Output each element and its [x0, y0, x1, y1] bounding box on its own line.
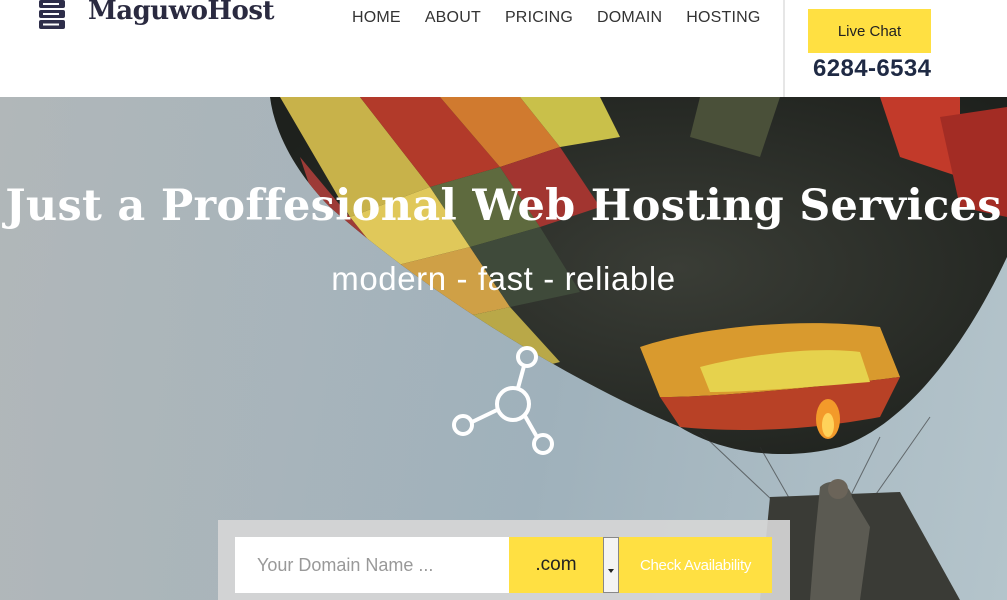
header-divider [783, 0, 785, 97]
domain-name-input[interactable] [235, 537, 509, 593]
nav-about[interactable]: ABOUT [425, 9, 481, 27]
hero-subtitle: modern - fast - reliable [331, 260, 676, 297]
nav-domain[interactable]: DOMAIN [597, 9, 662, 27]
tld-select[interactable]: .com [509, 537, 603, 593]
support-phone: 6284-6534 [813, 55, 932, 82]
tld-dropdown-arrow[interactable] [603, 537, 619, 593]
site-header: MaguwoHost HOME ABOUT PRICING DOMAIN HOS… [0, 0, 1007, 97]
domain-search-panel: .com Check Availability [218, 520, 790, 600]
nav-hosting[interactable]: HOSTING [686, 9, 760, 27]
hero-banner: Just a Proffesional Web Hosting Services… [0, 97, 1007, 600]
nav-home[interactable]: HOME [352, 9, 401, 27]
check-availability-button[interactable]: Check Availability [619, 537, 772, 593]
hero-title: Just a Proffesional Web Hosting Services [5, 181, 1002, 231]
chevron-down-icon [608, 569, 614, 573]
live-chat-button[interactable]: Live Chat [808, 9, 931, 53]
server-icon [39, 0, 65, 29]
nav-pricing[interactable]: PRICING [505, 9, 573, 27]
brand-name: MaguwoHost [88, 0, 275, 26]
share-network-icon [452, 346, 554, 455]
main-nav: HOME ABOUT PRICING DOMAIN HOSTING [352, 9, 785, 27]
brand-logo[interactable]: MaguwoHost [38, 0, 275, 30]
